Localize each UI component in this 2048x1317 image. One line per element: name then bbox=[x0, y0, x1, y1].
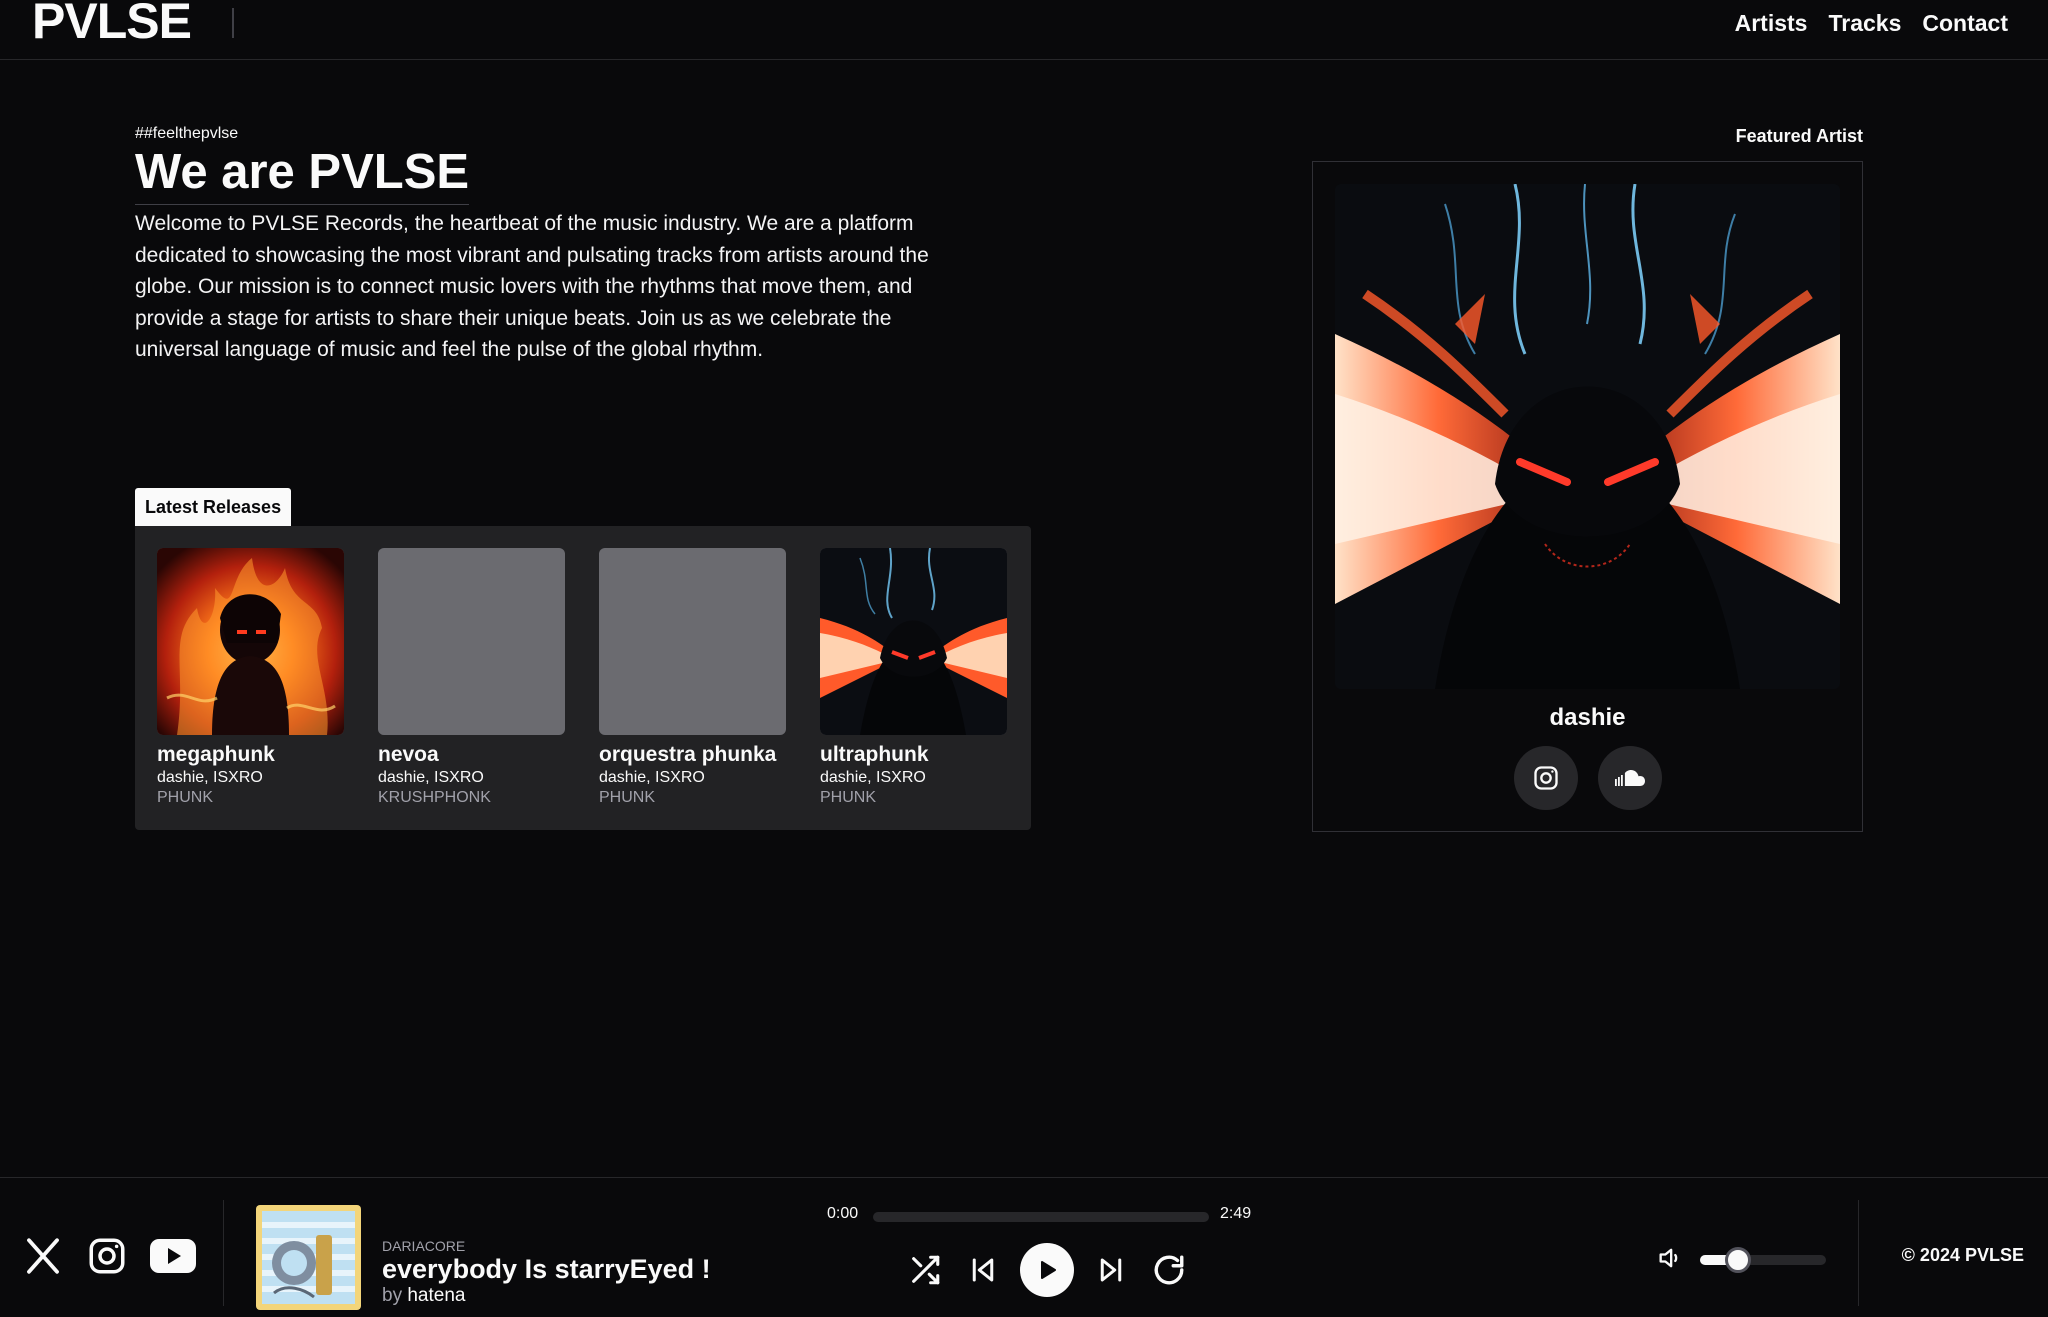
now-playing-artist-line: by hatena bbox=[382, 1285, 465, 1307]
site-header: PVLSE Artists Tracks Contact bbox=[0, 0, 2048, 60]
now-playing-genre: DARIACORE bbox=[382, 1238, 466, 1254]
release-genre: PHUNK bbox=[157, 789, 214, 806]
featured-artist-soundcloud-button[interactable] bbox=[1597, 746, 1662, 810]
release-genre: KRUSHPHONK bbox=[378, 789, 491, 806]
nav-link-artists[interactable]: Artists bbox=[1735, 10, 1808, 36]
nav-link-contact[interactable]: Contact bbox=[1922, 10, 2008, 36]
hero-title-brand: PVLSE bbox=[308, 145, 470, 199]
featured-artist-label: Featured Artist bbox=[1735, 126, 1863, 146]
release-title[interactable]: nevoa bbox=[378, 743, 568, 767]
main-nav: Artists Tracks Contact bbox=[1735, 10, 2008, 36]
volume-thumb[interactable] bbox=[1725, 1247, 1752, 1273]
release-artists: dashie, ISXRO bbox=[378, 769, 484, 786]
latest-releases-tab[interactable]: Latest Releases bbox=[135, 488, 292, 526]
volume-button[interactable] bbox=[1656, 1244, 1684, 1277]
playback-controls bbox=[896, 1243, 1198, 1297]
release-cover-nevoa[interactable] bbox=[378, 548, 565, 735]
release-cover-megaphunk[interactable] bbox=[157, 548, 344, 735]
volume-slider[interactable] bbox=[1700, 1247, 1826, 1273]
release-artists: dashie, ISXRO bbox=[157, 769, 263, 786]
release-artists: dashie, ISXRO bbox=[820, 769, 926, 786]
now-playing-cover[interactable] bbox=[256, 1205, 361, 1310]
release-cover-ultraphunk[interactable] bbox=[820, 548, 1007, 735]
previous-button[interactable] bbox=[954, 1243, 1012, 1297]
featured-artist-card: dashie bbox=[1312, 161, 1863, 832]
nav-link-tracks[interactable]: Tracks bbox=[1828, 10, 1901, 36]
now-playing-by: by bbox=[382, 1285, 408, 1306]
hashtag: ##feelthepvlse bbox=[135, 125, 239, 142]
repeat-button[interactable] bbox=[1140, 1243, 1198, 1297]
youtube-icon bbox=[150, 1239, 196, 1273]
track-duration: 2:49 bbox=[1220, 1205, 1252, 1222]
play-icon bbox=[1041, 1261, 1056, 1279]
release-card-nevoa[interactable]: nevoa dashie, ISXRO KRUSHPHONK bbox=[378, 548, 568, 808]
release-title[interactable]: orquestra phunka bbox=[599, 743, 789, 767]
release-card-ultraphunk[interactable]: ultraphunk dashie, ISXRO PHUNK bbox=[820, 548, 1010, 808]
featured-artist-name[interactable]: dashie bbox=[1313, 704, 1862, 732]
volume-low-icon bbox=[1659, 1248, 1678, 1268]
soundcloud-icon bbox=[1614, 770, 1645, 786]
instagram-icon bbox=[89, 1238, 125, 1274]
now-playing-artist[interactable]: hatena bbox=[407, 1285, 465, 1306]
release-artists: dashie, ISXRO bbox=[599, 769, 705, 786]
featured-artist-instagram-button[interactable] bbox=[1513, 746, 1578, 810]
music-player: DARIACORE everybody Is starryEyed ! by h… bbox=[0, 1177, 2048, 1317]
hero-title: We are PVLSE bbox=[135, 144, 470, 205]
hero-title-prefix: We are bbox=[135, 145, 309, 199]
release-card-megaphunk[interactable]: megaphunk dashie, ISXRO PHUNK bbox=[157, 548, 347, 808]
featured-artist-links bbox=[1313, 746, 1862, 810]
repeat-icon bbox=[1154, 1255, 1184, 1285]
next-button[interactable] bbox=[1082, 1243, 1140, 1297]
x-link[interactable] bbox=[22, 1235, 64, 1282]
hero-description: Welcome to PVLSE Records, the heartbeat … bbox=[135, 212, 929, 361]
site-logo[interactable]: PVLSE bbox=[32, 0, 192, 46]
skip-forward-icon bbox=[1100, 1258, 1122, 1282]
copyright: © 2024 PVLSE bbox=[1901, 1245, 2024, 1265]
release-cover-orquestra-phunka[interactable] bbox=[599, 548, 786, 735]
shuffle-button[interactable] bbox=[896, 1243, 954, 1297]
header-divider bbox=[232, 8, 234, 38]
x-icon bbox=[27, 1238, 59, 1274]
youtube-link[interactable] bbox=[150, 1239, 196, 1278]
featured-artist-image[interactable] bbox=[1335, 184, 1840, 689]
instagram-link[interactable] bbox=[86, 1235, 128, 1282]
instagram-icon bbox=[1533, 766, 1558, 790]
shuffle-icon bbox=[912, 1255, 940, 1285]
player-divider-right bbox=[1858, 1200, 1859, 1306]
release-genre: PHUNK bbox=[820, 789, 877, 806]
play-button[interactable] bbox=[1020, 1243, 1074, 1297]
skip-back-icon bbox=[972, 1258, 994, 1282]
current-time: 0:00 bbox=[827, 1205, 859, 1222]
player-social-links bbox=[22, 1235, 196, 1282]
player-divider bbox=[223, 1200, 224, 1306]
release-card-orquestra-phunka[interactable]: orquestra phunka dashie, ISXRO PHUNK bbox=[599, 548, 789, 808]
release-title[interactable]: megaphunk bbox=[157, 743, 347, 767]
progress-bar[interactable] bbox=[873, 1212, 1209, 1222]
release-title[interactable]: ultraphunk bbox=[820, 743, 1010, 767]
release-genre: PHUNK bbox=[599, 789, 656, 806]
latest-releases-panel: megaphunk dashie, ISXRO PHUNK nevoa dash… bbox=[135, 526, 1031, 830]
now-playing-title[interactable]: everybody Is starryEyed ! bbox=[382, 1254, 711, 1285]
